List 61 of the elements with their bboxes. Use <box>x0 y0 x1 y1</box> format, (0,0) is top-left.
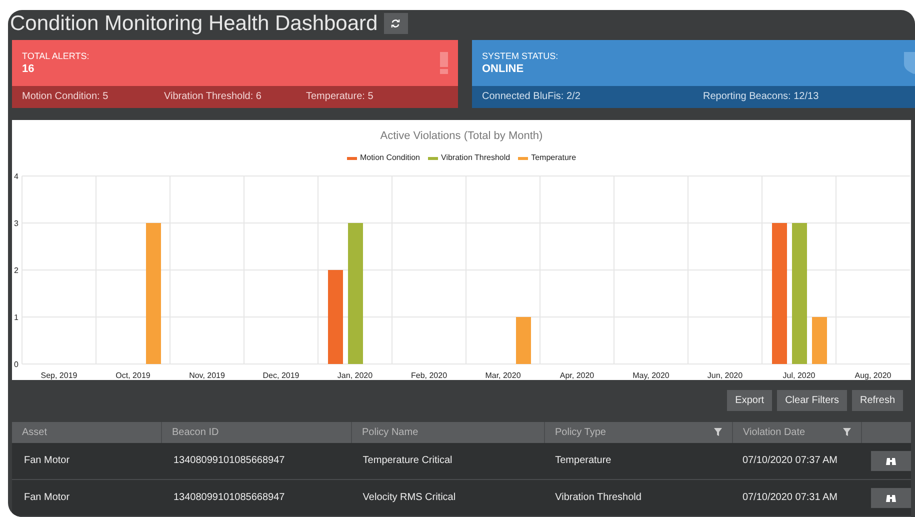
stat-text: Temperature: 5 <box>306 90 374 104</box>
refresh-button[interactable] <box>384 13 408 34</box>
y-tick-label: 0 <box>14 360 19 370</box>
legend-label: Motion Condition <box>360 152 420 164</box>
refresh-icon <box>391 19 400 28</box>
view-button[interactable] <box>871 450 911 471</box>
table-cell-text: 07/10/2020 07:37 AM <box>742 454 838 468</box>
table-cell-text: 13408099101085668947 <box>173 491 285 506</box>
chart-panel: Active Violations (Total by Month) Motion Condition Vibration Threshold Temperature 0 1 2 3 4 Sep, 2019 Oct, 2019 Nov, 2019 Dec, 2019 Jan, 2020 Feb, 2020 Mar, 2020 Apr, 2020 May, 2020 Jun, 2020 Jul, 2020 Aug, 2020 <box>12 120 911 380</box>
column-header[interactable]: Policy Type <box>555 424 606 440</box>
bar <box>516 317 531 364</box>
binoculars-icon <box>886 456 896 465</box>
x-tick-label: Mar, 2020 <box>485 371 522 380</box>
x-tick-label: Sep, 2019 <box>40 371 78 380</box>
x-tick-label: Oct, 2019 <box>116 371 151 380</box>
chart-title: Active Violations (Total by Month) <box>379 128 544 144</box>
toolbar-button[interactable]: Clear Filters <box>777 390 847 412</box>
x-tick-label: Feb, 2020 <box>410 371 448 380</box>
x-tick-label: Dec, 2019 <box>262 371 300 380</box>
x-tick-label: May, 2020 <box>632 371 670 380</box>
x-tick-label: Jan, 2020 <box>337 371 374 380</box>
card-value: ONLINE <box>482 62 525 76</box>
stat-text: Connected BluFis: 2/2 <box>482 90 582 104</box>
table-cell-text: 13408099101085668947 <box>173 454 285 468</box>
bar <box>812 317 827 364</box>
toolbar-button[interactable]: Export <box>727 390 772 412</box>
table-cell-text: 07/10/2020 07:31 AM <box>742 491 838 506</box>
binoculars-icon <box>886 494 896 502</box>
filter-icon[interactable] <box>843 428 851 436</box>
column-header[interactable]: Beacon ID <box>172 424 219 440</box>
y-tick-label: 3 <box>14 219 19 228</box>
table-cell-text: Fan Motor <box>24 491 70 506</box>
legend-label: Vibration Threshold <box>441 152 510 164</box>
table-cell-text: Temperature Critical <box>362 454 452 468</box>
y-tick-label: 4 <box>14 172 19 182</box>
column-header[interactable]: Policy Name <box>362 424 418 440</box>
card-value: 16 <box>22 62 36 76</box>
filter-icon[interactable] <box>714 428 722 436</box>
column-header[interactable]: Violation Date <box>743 424 806 440</box>
table-cell-text: Temperature <box>555 454 612 468</box>
x-tick-label: Jun, 2020 <box>707 371 744 380</box>
dashboard-title: Condition Monitoring Health Dashboard <box>10 10 378 37</box>
legend-label: Temperature <box>531 152 576 164</box>
stat-text: Motion Condition: 5 <box>22 90 110 104</box>
toolbar-button[interactable]: Refresh <box>852 390 903 412</box>
column-header[interactable]: Asset <box>22 424 48 440</box>
card-label: TOTAL ALERTS: <box>22 50 90 62</box>
stat-text: Vibration Threshold: 6 <box>164 90 262 104</box>
y-tick-label: 2 <box>14 266 19 276</box>
y-tick-label: 1 <box>14 313 19 322</box>
table-cell-text: Velocity RMS Critical <box>362 491 456 506</box>
view-button[interactable] <box>871 488 911 508</box>
exclamation-icon <box>440 52 448 74</box>
table-cell-text: Fan Motor <box>24 454 70 468</box>
card-label: SYSTEM STATUS: <box>482 50 558 62</box>
x-tick-label: Jul, 2020 <box>782 371 816 380</box>
x-tick-label: Aug, 2020 <box>854 371 892 380</box>
stat-text: Reporting Beacons: 12/13 <box>703 90 820 104</box>
x-tick-label: Nov, 2019 <box>189 371 226 380</box>
x-tick-label: Apr, 2020 <box>560 371 595 380</box>
table-cell-text: Vibration Threshold <box>555 491 642 506</box>
